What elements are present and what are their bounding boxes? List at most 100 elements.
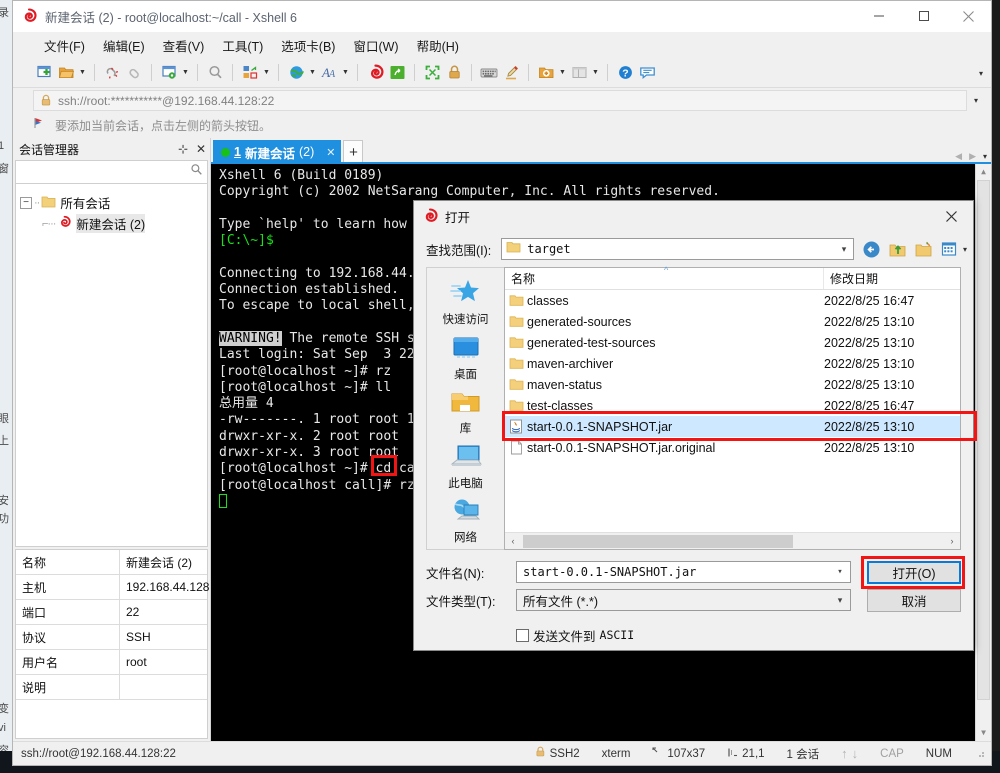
new-folder-icon[interactable] (913, 239, 934, 260)
place-quick-access[interactable]: 快速访问 (429, 276, 503, 331)
disconnect-icon[interactable] (101, 62, 123, 84)
look-in-combo[interactable]: target ▾ (501, 238, 854, 260)
tree-item-new-session[interactable]: ⌐··· 新建会话 (2) (20, 213, 203, 234)
maximize-button[interactable] (901, 1, 946, 32)
layout-dropdown-icon[interactable]: ▼ (261, 62, 272, 84)
highlight-icon[interactable] (500, 62, 522, 84)
open-button[interactable]: 打开(O) (867, 560, 961, 584)
layout-icon[interactable] (239, 62, 261, 84)
file-date: 2022/8/25 13:10 (824, 440, 915, 455)
toolbar-separator (357, 64, 358, 81)
tab-prev-icon[interactable]: ◀ (955, 151, 962, 162)
menu-help[interactable]: 帮助(H) (408, 33, 468, 58)
xshell-icon[interactable] (364, 62, 386, 84)
terminal-cursor (219, 493, 227, 508)
scroll-right-icon[interactable]: › (944, 533, 960, 549)
new-session-icon[interactable] (33, 62, 55, 84)
font-icon[interactable]: A A (318, 62, 340, 84)
xftp-icon[interactable] (386, 62, 408, 84)
filetype-select[interactable]: 所有文件 (*.*) ▾ (516, 589, 851, 611)
address-input[interactable]: ssh://root:***********@192.168.44.128:22 (33, 90, 967, 111)
split-view-dropdown-icon[interactable]: ▼ (590, 62, 601, 84)
place-network[interactable]: 网络 (429, 494, 503, 549)
status-cursor-position: 21,1 (727, 747, 765, 761)
hscroll-thumb[interactable] (523, 534, 793, 548)
file-row[interactable]: test-classes 2022/8/25 16:47 (505, 395, 960, 416)
globe-encoding-dropdown-icon[interactable]: ▼ (307, 62, 318, 84)
column-header-name[interactable]: ^ 名称 (505, 265, 824, 289)
font-dropdown-icon[interactable]: ▼ (340, 62, 351, 84)
filename-dropdown-icon[interactable]: ▾ (830, 567, 850, 577)
file-list[interactable]: classes 2022/8/25 16:47 generated-source… (505, 290, 960, 532)
menu-view[interactable]: 查看(V) (154, 33, 214, 58)
tab-next-icon[interactable]: ▶ (969, 151, 976, 162)
file-row[interactable]: classes 2022/8/25 16:47 (505, 290, 960, 311)
menu-tabs[interactable]: 选项卡(B) (272, 33, 344, 58)
scroll-left-icon[interactable]: ‹ (505, 533, 521, 549)
open-folder-dropdown-icon[interactable]: ▼ (77, 62, 88, 84)
place-this-pc[interactable]: 此电脑 (429, 440, 503, 495)
cancel-button[interactable]: 取消 (867, 588, 961, 612)
filename-input[interactable]: start-0.0.1-SNAPSHOT.jar ▾ (516, 561, 851, 583)
close-icon[interactable]: ✕ (192, 142, 210, 156)
reconnect-icon[interactable] (123, 62, 145, 84)
filetype-dropdown-icon[interactable]: ▾ (830, 595, 850, 606)
pin-icon[interactable]: ⊹ (174, 142, 192, 156)
help-icon[interactable]: ? (614, 62, 636, 84)
place-desktop[interactable]: 桌面 (429, 331, 503, 386)
close-button[interactable] (946, 1, 991, 32)
file-row[interactable]: generated-sources 2022/8/25 13:10 (505, 311, 960, 332)
view-mode-dropdown-icon[interactable]: ▾ (963, 245, 967, 254)
menu-file[interactable]: 文件(F) (35, 33, 94, 58)
file-list-horizontal-scrollbar[interactable]: ‹ › (505, 532, 960, 549)
tab-list-dropdown-icon[interactable]: ▾ (983, 152, 987, 161)
menu-tools[interactable]: 工具(T) (213, 33, 272, 58)
file-date: 2022/8/25 13:10 (824, 377, 915, 392)
place-library[interactable]: 库 (429, 385, 503, 440)
menu-window[interactable]: 窗口(W) (344, 33, 407, 58)
minimize-button[interactable] (856, 1, 901, 32)
up-folder-icon[interactable] (887, 239, 908, 260)
file-row[interactable]: start-0.0.1-SNAPSHOT.jar.original 2022/8… (505, 437, 960, 458)
tab-close-icon[interactable]: ✕ (326, 146, 335, 159)
resize-grip-icon[interactable] (974, 747, 988, 761)
view-mode-icon[interactable] (939, 239, 960, 260)
column-header-date[interactable]: 修改日期 (824, 268, 960, 289)
file-row[interactable]: maven-archiver 2022/8/25 13:10 (505, 353, 960, 374)
look-in-dropdown-icon[interactable]: ▾ (835, 244, 853, 255)
toolbar-overflow-icon[interactable]: ▾ (975, 58, 987, 88)
tree-root-all-sessions[interactable]: − ·· 所有会话 (20, 192, 203, 213)
terminal-scrollbar[interactable]: ▲ ▼ (975, 164, 991, 741)
toolbar: ▼ ▼ ▼ ▼ A A ▼ ▼ ▼ ? ▾ (13, 58, 991, 88)
find-icon[interactable] (204, 62, 226, 84)
scrollbar-track[interactable] (976, 180, 992, 725)
open-folder-icon[interactable] (55, 62, 77, 84)
fullscreen-icon[interactable] (421, 62, 443, 84)
keyboard-icon[interactable] (478, 62, 500, 84)
ascii-checkbox[interactable] (516, 628, 529, 642)
file-row[interactable]: maven-status 2022/8/25 13:10 (505, 374, 960, 395)
split-view-icon[interactable] (568, 62, 590, 84)
add-folder-icon[interactable] (535, 62, 557, 84)
scroll-down-icon[interactable]: ▼ (976, 725, 992, 741)
scrollbar-thumb[interactable] (977, 180, 990, 700)
toolbar-separator (414, 64, 415, 81)
dialog-close-button[interactable] (929, 201, 973, 231)
address-dropdown-icon[interactable]: ▾ (967, 90, 985, 111)
hscroll-track[interactable] (521, 534, 944, 549)
session-properties-dropdown-icon[interactable]: ▼ (180, 62, 191, 84)
file-row[interactable]: generated-test-sources 2022/8/25 13:10 (505, 332, 960, 353)
tree-expander-icon[interactable]: − (20, 196, 32, 209)
tab-new-session[interactable]: 1 新建会话 (2) ✕ (213, 140, 342, 164)
new-tab-button[interactable]: + (343, 140, 364, 164)
session-search-input[interactable] (15, 160, 208, 184)
session-properties-icon[interactable] (158, 62, 180, 84)
add-folder-dropdown-icon[interactable]: ▼ (557, 62, 568, 84)
scroll-up-icon[interactable]: ▲ (976, 164, 992, 180)
lock-icon[interactable] (443, 62, 465, 84)
globe-encoding-icon[interactable] (285, 62, 307, 84)
menu-edit[interactable]: 编辑(E) (94, 33, 154, 58)
chat-icon[interactable] (636, 62, 658, 84)
file-row-selected[interactable]: start-0.0.1-SNAPSHOT.jar 2022/8/25 13:10 (505, 416, 960, 437)
back-icon[interactable] (861, 239, 882, 260)
